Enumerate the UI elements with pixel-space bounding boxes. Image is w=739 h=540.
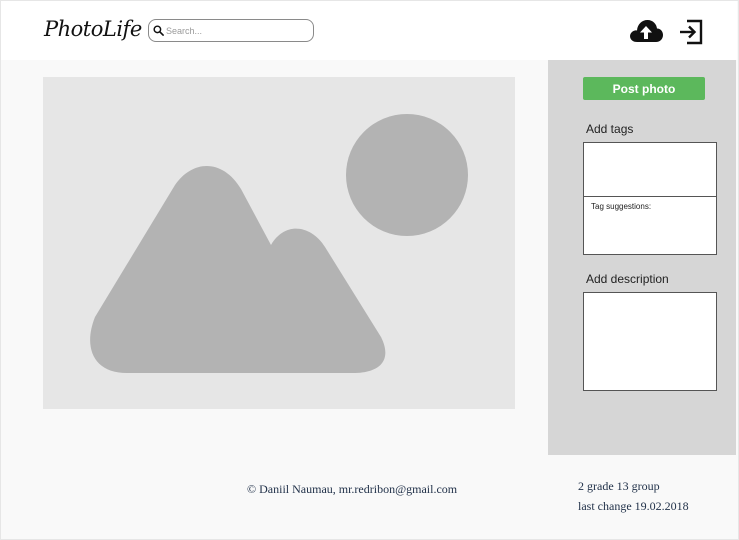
header: PhotoLife xyxy=(1,1,737,60)
tags-box: Tag suggestions: xyxy=(583,142,717,255)
description-textarea[interactable] xyxy=(583,292,717,391)
search-icon xyxy=(153,25,164,36)
tags-input[interactable] xyxy=(584,143,716,197)
image-placeholder-icon xyxy=(90,114,468,373)
add-description-label: Add description xyxy=(586,272,669,286)
logout-icon[interactable] xyxy=(678,19,704,45)
footer-group: 2 grade 13 group xyxy=(578,479,660,493)
footer-info: 2 grade 13 group last change 19.02.2018 xyxy=(578,476,689,516)
post-photo-button[interactable]: Post photo xyxy=(583,77,705,100)
add-tags-label: Add tags xyxy=(586,122,634,136)
footer-copyright: © Daniil Naumau, mr.redribon@gmail.com xyxy=(247,482,458,496)
cloud-upload-icon[interactable] xyxy=(628,17,664,45)
sidebar-panel: Post photo Add tags Tag suggestions: Add… xyxy=(548,60,736,455)
photo-placeholder xyxy=(43,77,515,409)
search-bar[interactable] xyxy=(148,19,314,42)
tag-suggestions-label: Tag suggestions: xyxy=(591,202,652,211)
logo[interactable]: PhotoLife xyxy=(44,17,142,41)
search-input[interactable] xyxy=(166,22,306,39)
footer-last-change: last change 19.02.2018 xyxy=(578,499,689,513)
